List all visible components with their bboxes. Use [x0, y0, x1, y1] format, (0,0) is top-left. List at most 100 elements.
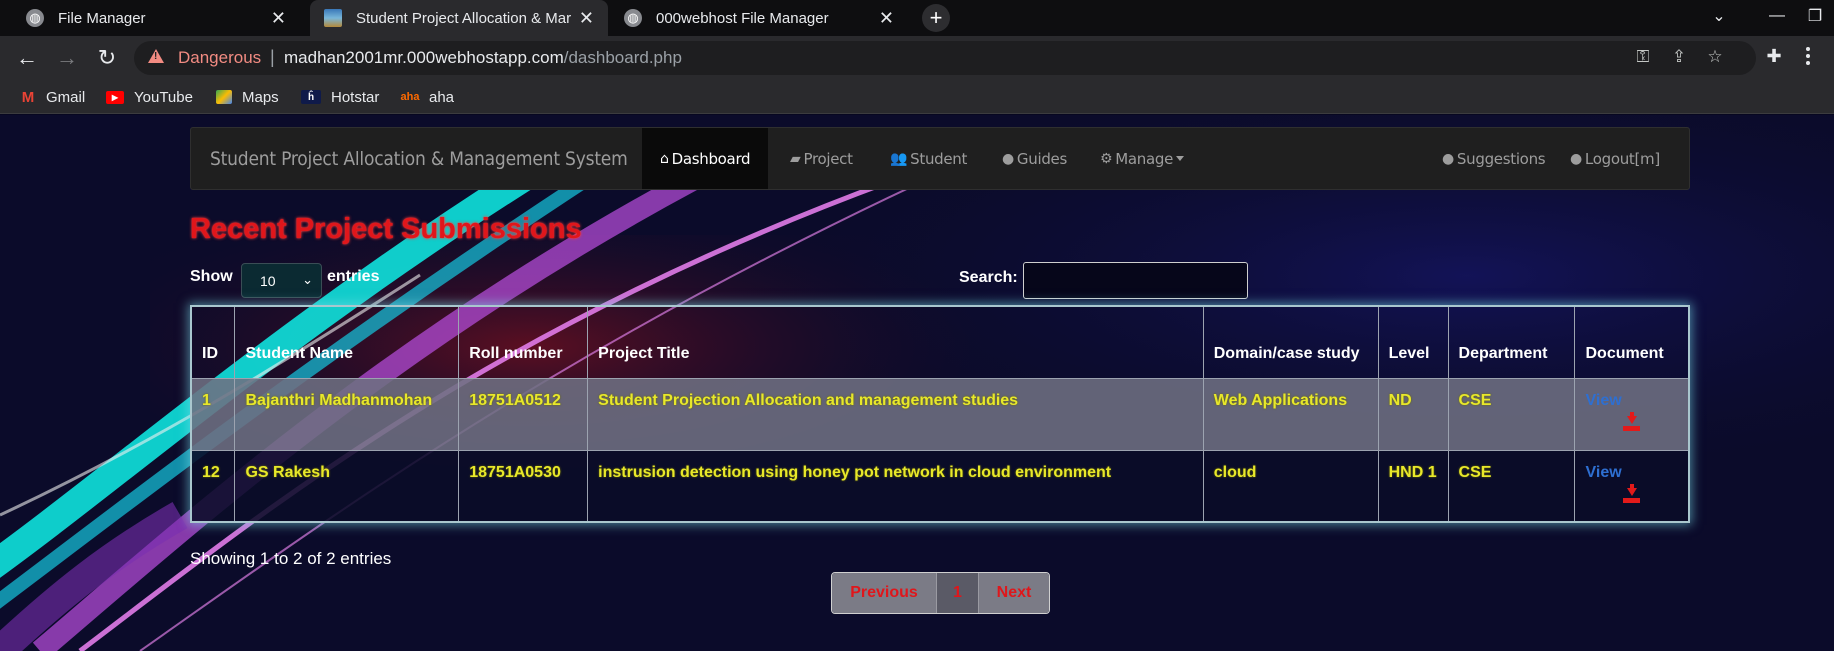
table-row: 12 GS Rakesh 18751A0530 instrusion detec…	[190, 449, 1690, 523]
nav-dashboard[interactable]: ⌂ Dashboard	[642, 128, 769, 189]
entries-select[interactable]: 10 ⌄	[241, 263, 322, 298]
menu-icon[interactable]	[1806, 47, 1810, 68]
cell-project-title: instrusion detection using honey pot net…	[587, 449, 1204, 523]
view-link[interactable]: View	[1585, 464, 1621, 481]
address-bar[interactable]: Dangerous | madhan2001mr.000webhostapp.c…	[134, 41, 1756, 75]
entries-value: 10	[260, 273, 276, 289]
youtube-icon: ▶	[106, 90, 124, 104]
chevron-down-icon: ⌄	[302, 272, 313, 287]
user-icon: ●	[1442, 150, 1454, 167]
nav-label: Suggestions	[1456, 149, 1546, 168]
nav-label: Project	[803, 149, 853, 168]
page-1-button[interactable]: 1	[937, 573, 979, 613]
cell-level: HND 1	[1377, 449, 1449, 523]
browser-toolbar: ← → ↻ Dangerous | madhan2001mr.000webhos…	[0, 36, 1834, 80]
brand-title[interactable]: Student Project Allocation & Management …	[210, 148, 628, 170]
cell-domain: cloud	[1202, 449, 1379, 523]
search-input[interactable]	[1023, 262, 1248, 299]
globe-icon: ◍	[26, 9, 44, 27]
download-icon[interactable]	[1623, 483, 1641, 504]
pagination: Previous 1 Next	[831, 572, 1050, 614]
bookmark-gmail[interactable]: M Gmail	[20, 80, 85, 114]
page-content: Student Project Allocation & Management …	[0, 115, 1834, 651]
col-department[interactable]: Department	[1447, 305, 1576, 379]
bookmark-hotstar[interactable]: ĥ Hotstar	[301, 80, 379, 114]
aha-icon: aha	[400, 91, 420, 103]
col-domain[interactable]: Domain/case study	[1202, 305, 1379, 379]
tab-title: 000webhost File Manager	[656, 9, 829, 27]
bookmark-label: Gmail	[46, 88, 86, 106]
divider: |	[270, 47, 275, 67]
gmail-icon: M	[21, 88, 35, 106]
cell-domain: Web Applications	[1202, 377, 1379, 451]
col-level[interactable]: Level	[1377, 305, 1449, 379]
search-label: Search:	[959, 269, 1018, 286]
show-label: Show	[190, 268, 233, 285]
view-link[interactable]: View	[1585, 392, 1621, 409]
tab-strip: ◍ File Manager ✕ Student Project Allocat…	[0, 0, 1834, 36]
table-row: 1 Bajanthri Madhanmohan 18751A0512 Stude…	[190, 377, 1690, 451]
tab-000webhost[interactable]: ◍ 000webhost File Manager ✕	[608, 0, 908, 36]
bookmarks-bar: M Gmail ▶ YouTube Maps ĥ Hotstar aha aha	[0, 80, 1834, 114]
download-icon[interactable]	[1623, 411, 1641, 432]
key-icon[interactable]: ⚿	[1632, 47, 1654, 67]
bookmark-maps[interactable]: Maps	[216, 80, 279, 114]
share-icon[interactable]: ⇪	[1668, 47, 1690, 67]
tab-title: File Manager	[58, 9, 146, 27]
page-title: Recent Project Submissions	[190, 213, 582, 245]
nav-label: Guides	[1016, 149, 1067, 168]
users-icon: 👥	[890, 150, 908, 167]
bookmark-aha[interactable]: aha aha	[400, 80, 455, 114]
back-icon[interactable]: ←	[12, 44, 42, 72]
cell-department: CSE	[1447, 377, 1576, 451]
previous-button[interactable]: Previous	[832, 573, 937, 613]
cell-project-title: Student Projection Allocation and manage…	[587, 377, 1204, 451]
nav-logout[interactable]: ● Logout[m]	[1570, 128, 1660, 189]
col-document[interactable]: Document	[1574, 305, 1690, 379]
next-button[interactable]: Next	[979, 573, 1049, 613]
nav-manage[interactable]: ⚙ Manage	[1100, 128, 1185, 189]
cell-id: 1	[190, 377, 236, 451]
cell-roll-number: 18751A0512	[458, 377, 589, 451]
col-project-title[interactable]: Project Title	[587, 305, 1204, 379]
security-label: Dangerous	[178, 48, 262, 67]
user-icon: ●	[1002, 150, 1014, 167]
nav-suggestions[interactable]: ● Suggestions	[1442, 128, 1546, 189]
bookmark-label: Maps	[242, 88, 279, 106]
close-icon[interactable]: ✕	[879, 8, 894, 29]
tab-student-project[interactable]: Student Project Allocation & Mar ✕	[310, 0, 608, 36]
site-favicon-icon	[324, 9, 342, 27]
nav-project[interactable]: ▰ Project	[790, 128, 853, 189]
close-icon[interactable]: ✕	[271, 8, 286, 29]
cell-student-name: GS Rakesh	[234, 449, 460, 523]
tab-file-manager[interactable]: ◍ File Manager ✕	[0, 0, 300, 36]
col-student-name[interactable]: Student Name	[234, 305, 460, 379]
extensions-icon[interactable]: ✚	[1762, 46, 1786, 67]
book-icon: ▰	[790, 150, 801, 167]
url-host: madhan2001mr.000webhostapp.com	[284, 48, 564, 67]
nav-guides[interactable]: ● Guides	[1002, 128, 1067, 189]
tab-title: Student Project Allocation & Mar	[356, 9, 571, 27]
close-icon[interactable]: ✕	[579, 8, 594, 29]
maximize-icon[interactable]: ❐	[1796, 0, 1834, 32]
nav-label: Student	[910, 149, 968, 168]
bookmark-label: aha	[429, 88, 455, 106]
url-text: madhan2001mr.000webhostapp.com/dashboard…	[284, 48, 682, 68]
top-navbar: Student Project Allocation & Management …	[190, 127, 1690, 190]
minimize-icon[interactable]: —	[1752, 0, 1802, 32]
forward-icon[interactable]: →	[52, 44, 82, 72]
cell-level: ND	[1377, 377, 1449, 451]
bookmark-youtube[interactable]: ▶ YouTube	[106, 80, 193, 114]
nav-student[interactable]: 👥 Student	[890, 128, 967, 189]
col-id[interactable]: ID	[190, 305, 236, 379]
maps-icon	[216, 90, 232, 104]
cell-document: View	[1574, 449, 1690, 523]
hotstar-icon: ĥ	[301, 90, 321, 104]
home-icon: ⌂	[660, 150, 669, 167]
reload-icon[interactable]: ↻	[92, 44, 122, 72]
col-roll-number[interactable]: Roll number	[458, 305, 589, 379]
user-icon: ●	[1570, 150, 1582, 167]
star-icon[interactable]: ☆	[1704, 47, 1726, 67]
tab-search-icon[interactable]: ⌄	[1694, 0, 1744, 32]
new-tab-button[interactable]: +	[922, 4, 950, 32]
